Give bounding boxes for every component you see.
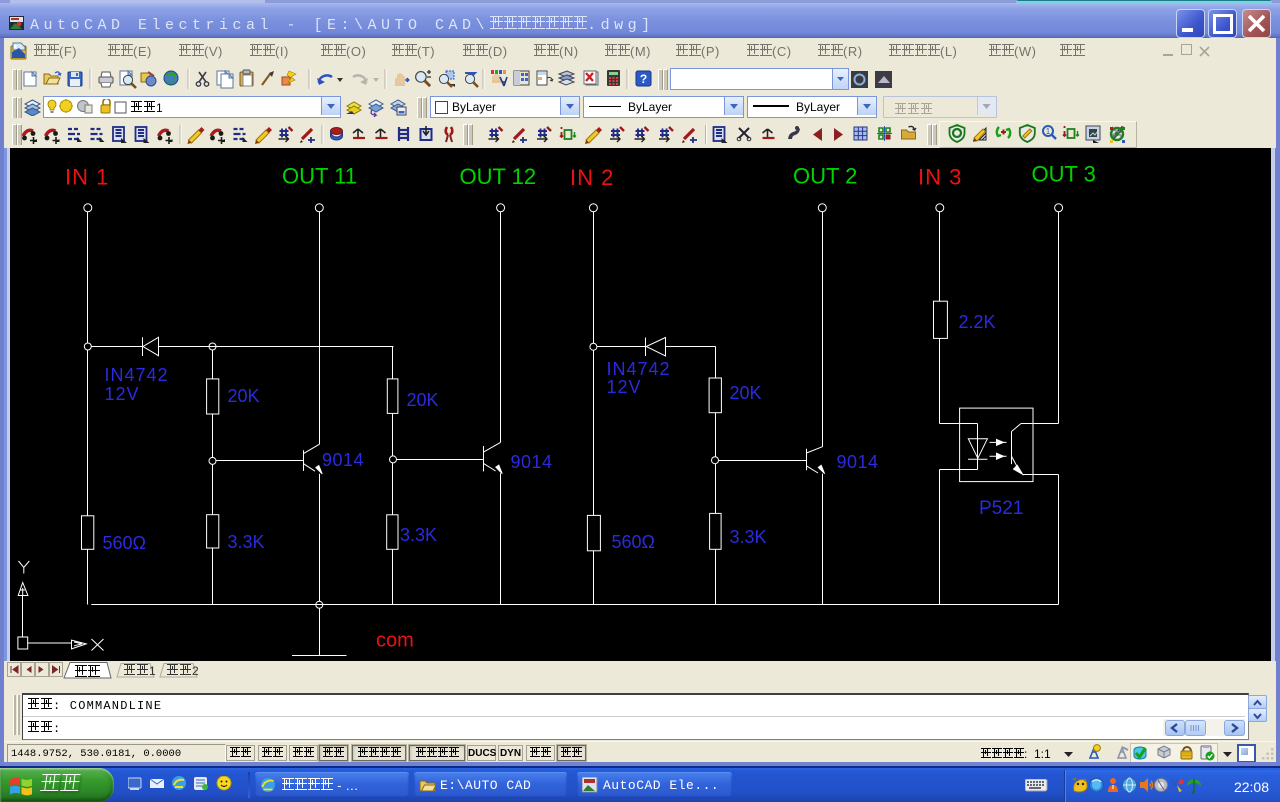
svg-text:IN 1: IN 1	[65, 165, 109, 190]
svg-text:OUT 2: OUT 2	[793, 164, 857, 189]
svg-text:560Ω: 560Ω	[103, 533, 147, 553]
svg-text:20K: 20K	[730, 383, 762, 403]
svg-text:IN4742: IN4742	[105, 365, 169, 385]
svg-text:560Ω: 560Ω	[612, 532, 656, 552]
svg-text:20K: 20K	[228, 386, 260, 406]
svg-text:OUT 3: OUT 3	[1032, 162, 1096, 187]
svg-text:12V: 12V	[105, 384, 140, 404]
svg-text:3.3K: 3.3K	[400, 525, 437, 545]
svg-text:9014: 9014	[837, 452, 879, 472]
svg-text:9014: 9014	[511, 452, 553, 472]
svg-text:3.3K: 3.3K	[228, 532, 265, 552]
svg-text:IN4742: IN4742	[607, 359, 671, 379]
svg-text:2.2K: 2.2K	[959, 312, 996, 332]
svg-text:20K: 20K	[407, 390, 439, 410]
svg-text:IN 2: IN 2	[570, 165, 614, 190]
svg-text:IN 3: IN 3	[918, 165, 962, 190]
svg-text:OUT 12: OUT 12	[460, 164, 537, 189]
svg-text:P521: P521	[979, 498, 1023, 519]
svg-text:com: com	[376, 630, 414, 652]
svg-text:3.3K: 3.3K	[730, 527, 767, 547]
svg-text:9014: 9014	[322, 450, 364, 470]
svg-text:?: ?	[640, 72, 647, 86]
svg-text:OUT 11: OUT 11	[282, 164, 357, 189]
svg-text:12V: 12V	[607, 377, 642, 397]
